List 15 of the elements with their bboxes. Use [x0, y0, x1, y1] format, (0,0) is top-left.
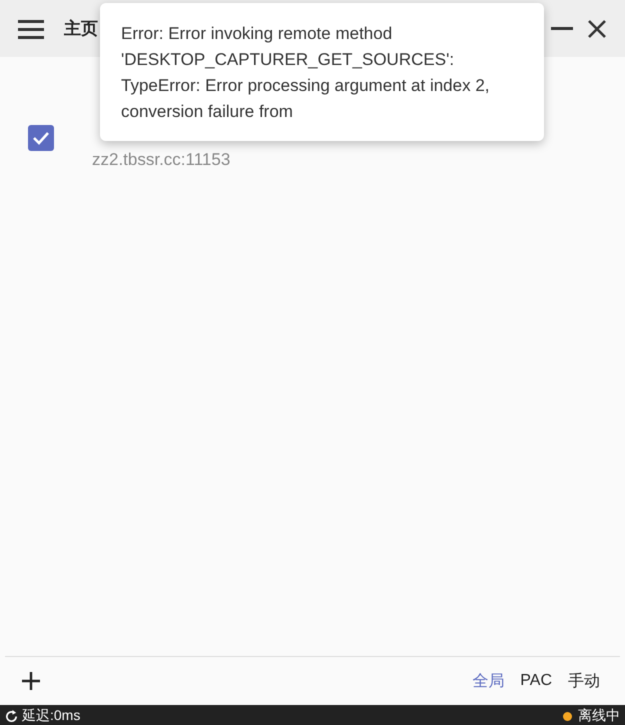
- add-icon[interactable]: [21, 671, 41, 691]
- minimize-icon[interactable]: [551, 26, 573, 30]
- latency-text: 延迟:0ms: [22, 707, 80, 725]
- mode-tab[interactable]: 全局: [464, 666, 512, 696]
- checkbox[interactable]: [28, 125, 54, 151]
- close-icon[interactable]: [587, 18, 607, 38]
- page-title: 主页: [64, 18, 98, 40]
- status-text: 离线中: [578, 707, 620, 725]
- mode-tab[interactable]: 手动: [560, 666, 608, 696]
- error-toast: Error: Error invoking remote method 'DESKTOP_CAPTURER_GET_SOURCES': TypeError: Error processing argument at index 2, conversion failure from: [100, 3, 544, 141]
- menu-icon[interactable]: [18, 18, 44, 38]
- checkmark-icon: [32, 131, 50, 145]
- mode-tab[interactable]: PAC: [512, 668, 560, 694]
- server-address: zz2.tbssr.cc:11153: [92, 150, 230, 170]
- refresh-icon[interactable]: [5, 710, 18, 722]
